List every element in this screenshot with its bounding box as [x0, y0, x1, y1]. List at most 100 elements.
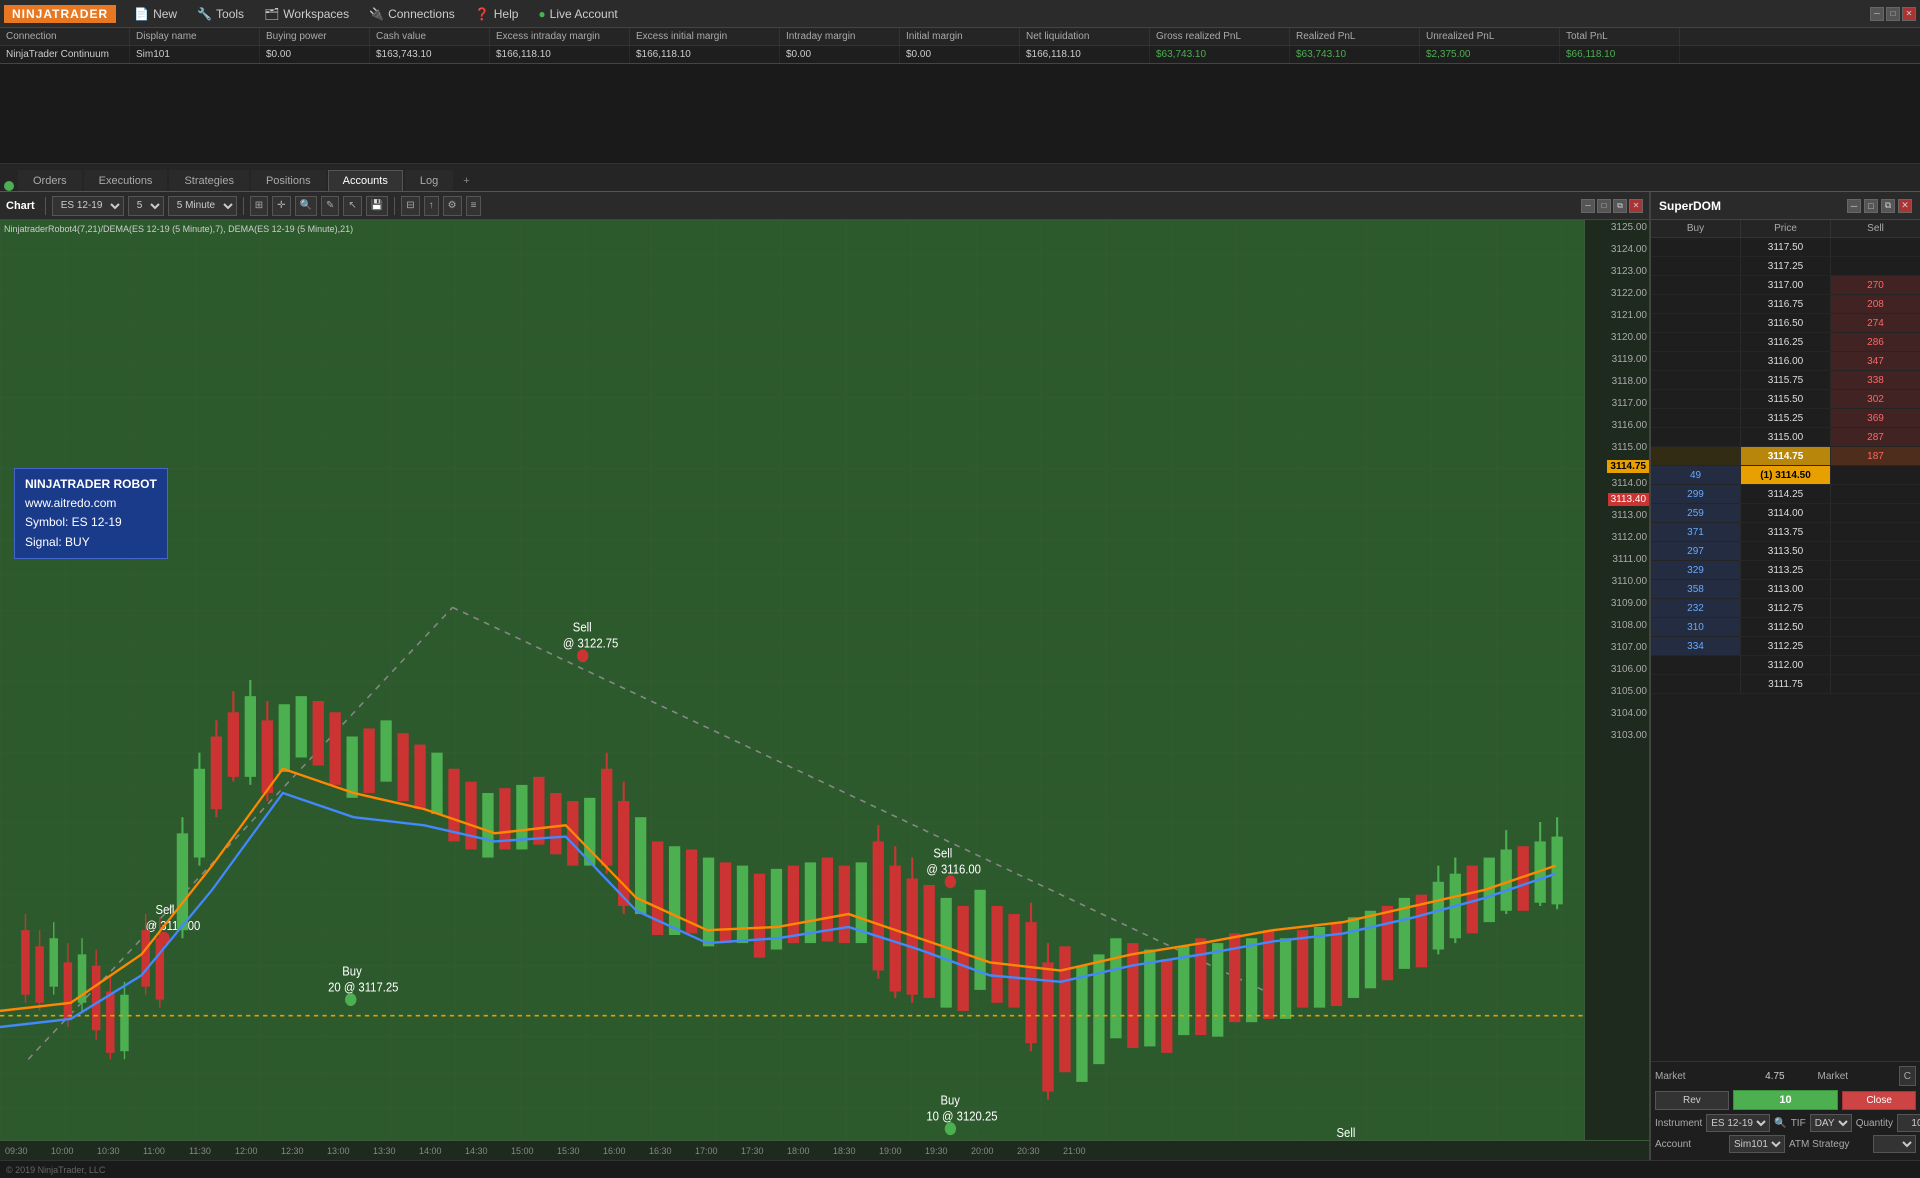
dom-sell-3115-50[interactable]: 302 [1831, 390, 1920, 408]
dom-buy-3115-50[interactable] [1651, 390, 1741, 408]
dom-sell-current[interactable] [1831, 466, 1920, 484]
chart-btn-8[interactable]: ≡ [466, 196, 482, 216]
dom-buy-3112-25[interactable]: 334 [1651, 637, 1741, 655]
dom-sell-3114-00[interactable] [1831, 504, 1920, 522]
dom-sell-3117-00[interactable]: 270 [1831, 276, 1920, 294]
chart-max-btn[interactable]: □ [1597, 199, 1611, 213]
tab-add-btn[interactable]: + [455, 171, 477, 191]
dom-sell-3114-25[interactable] [1831, 485, 1920, 503]
dom-price-3113-75[interactable]: 3113.75 [1741, 523, 1831, 541]
dom-price-3113-25[interactable]: 3113.25 [1741, 561, 1831, 579]
dom-price-3112-50[interactable]: 3112.50 [1741, 618, 1831, 636]
dom-sell-3112-50[interactable] [1831, 618, 1920, 636]
dom-buy-3116-25[interactable] [1651, 333, 1741, 351]
market-c-btn[interactable]: C [1899, 1066, 1916, 1086]
menu-workspaces[interactable]: 🗂 Workspaces [254, 3, 359, 25]
close-btn[interactable]: Close [1842, 1091, 1916, 1110]
instrument-select[interactable]: ES 12-19 [1706, 1114, 1770, 1132]
tab-strategies[interactable]: Strategies [169, 170, 249, 191]
menu-tools[interactable]: 🔧 Tools [187, 3, 254, 25]
tab-positions[interactable]: Positions [251, 170, 326, 191]
menu-connections[interactable]: 🔌 Connections [359, 3, 465, 25]
chart-btn-crosshair[interactable]: ✛ [272, 196, 290, 216]
chart-btn-6[interactable]: ↑ [424, 196, 439, 216]
atm-select[interactable] [1873, 1135, 1916, 1153]
dom-sell-3117-50[interactable] [1831, 238, 1920, 256]
dom-sell-3111-75[interactable] [1831, 675, 1920, 693]
qty-select[interactable]: 5 [128, 196, 164, 216]
dom-sell-3115-75[interactable]: 338 [1831, 371, 1920, 389]
menu-new[interactable]: 📄 New [124, 3, 187, 25]
dom-buy-3112-75[interactable]: 232 [1651, 599, 1741, 617]
dom-sell-3115-25[interactable]: 369 [1831, 409, 1920, 427]
dom-buy-3117-00[interactable] [1651, 276, 1741, 294]
chart-btn-save[interactable]: 💾 [366, 196, 388, 216]
account-select[interactable]: Sim101 [1729, 1135, 1785, 1153]
dom-sell-3117-25[interactable] [1831, 257, 1920, 275]
dom-price-current[interactable]: (1) 3114.50 [1741, 466, 1831, 484]
dom-price-3116-75[interactable]: 3116.75 [1741, 295, 1831, 313]
dom-sell-3116-00[interactable]: 347 [1831, 352, 1920, 370]
dom-price-3112-25[interactable]: 3112.25 [1741, 637, 1831, 655]
dom-buy-3113-25[interactable]: 329 [1651, 561, 1741, 579]
instrument-select[interactable]: ES 12-19 [52, 196, 124, 216]
tab-executions[interactable]: Executions [84, 170, 168, 191]
chart-restore-btn[interactable]: ⧉ [1613, 199, 1627, 213]
dom-sell-3113-25[interactable] [1831, 561, 1920, 579]
tab-log[interactable]: Log [405, 170, 453, 191]
dom-price-3117-50[interactable]: 3117.50 [1741, 238, 1831, 256]
dom-price-3117-25[interactable]: 3117.25 [1741, 257, 1831, 275]
dom-buy-3113-50[interactable]: 297 [1651, 542, 1741, 560]
chart-btn-1[interactable]: ⊞ [250, 196, 268, 216]
menu-live-account[interactable]: ● Live Account [528, 3, 627, 25]
minimize-btn[interactable]: ─ [1870, 7, 1884, 21]
dom-sell-3116-50[interactable]: 274 [1831, 314, 1920, 332]
superdom-min[interactable]: ─ [1847, 199, 1861, 213]
tab-orders[interactable]: Orders [18, 170, 82, 191]
dom-buy-3114-25[interactable]: 299 [1651, 485, 1741, 503]
dom-sell-3112-75[interactable] [1831, 599, 1920, 617]
dom-buy-3116-75[interactable] [1651, 295, 1741, 313]
dom-buy-3117-25[interactable] [1651, 257, 1741, 275]
dom-sell-3115-00[interactable]: 287 [1831, 428, 1920, 446]
dom-buy-3112-50[interactable]: 310 [1651, 618, 1741, 636]
qty-input[interactable] [1897, 1114, 1920, 1132]
chart-close-btn[interactable]: ✕ [1629, 199, 1643, 213]
dom-sell-3113-75[interactable] [1831, 523, 1920, 541]
qty-btn[interactable]: 10 [1733, 1090, 1839, 1110]
dom-buy-3115-25[interactable] [1651, 409, 1741, 427]
rev-btn[interactable]: Rev [1655, 1091, 1729, 1110]
superdom-max[interactable]: □ [1864, 199, 1878, 213]
dom-price-3117-00[interactable]: 3117.00 [1741, 276, 1831, 294]
close-btn[interactable]: ✕ [1902, 7, 1916, 21]
dom-buy-3113-00[interactable]: 358 [1651, 580, 1741, 598]
chart-btn-pointer[interactable]: ↖ [343, 196, 361, 216]
chart-btn-draw[interactable]: ✎ [321, 196, 339, 216]
dom-buy-3116-50[interactable] [1651, 314, 1741, 332]
timeframe-select[interactable]: 5 Minute [168, 196, 237, 216]
dom-price-3113-50[interactable]: 3113.50 [1741, 542, 1831, 560]
dom-price-3116-25[interactable]: 3116.25 [1741, 333, 1831, 351]
dom-buy-3116-00[interactable] [1651, 352, 1741, 370]
instrument-search-icon[interactable]: 🔍 [1774, 1118, 1786, 1129]
dom-buy-3111-75[interactable] [1651, 675, 1741, 693]
dom-sell-3114-75[interactable]: 187 [1831, 447, 1920, 465]
superdom-close[interactable]: ✕ [1898, 199, 1912, 213]
dom-price-3115-75[interactable]: 3115.75 [1741, 371, 1831, 389]
dom-price-3113-00[interactable]: 3113.00 [1741, 580, 1831, 598]
tif-select[interactable]: DAY [1810, 1114, 1852, 1132]
dom-buy-3114-75[interactable] [1651, 447, 1741, 465]
dom-buy-3115-00[interactable] [1651, 428, 1741, 446]
menu-help[interactable]: ❓ Help [465, 3, 529, 25]
dom-sell-3113-00[interactable] [1831, 580, 1920, 598]
chart-min-btn[interactable]: ─ [1581, 199, 1595, 213]
dom-buy-current[interactable]: 49 [1651, 466, 1741, 484]
dom-sell-3113-50[interactable] [1831, 542, 1920, 560]
tab-accounts[interactable]: Accounts [328, 170, 403, 191]
dom-price-3112-00[interactable]: 3112.00 [1741, 656, 1831, 674]
dom-price-3115-25[interactable]: 3115.25 [1741, 409, 1831, 427]
dom-price-3116-00[interactable]: 3116.00 [1741, 352, 1831, 370]
dom-price-3111-75[interactable]: 3111.75 [1741, 675, 1831, 693]
dom-buy-3115-75[interactable] [1651, 371, 1741, 389]
chart-btn-5[interactable]: ⊟ [401, 196, 419, 216]
